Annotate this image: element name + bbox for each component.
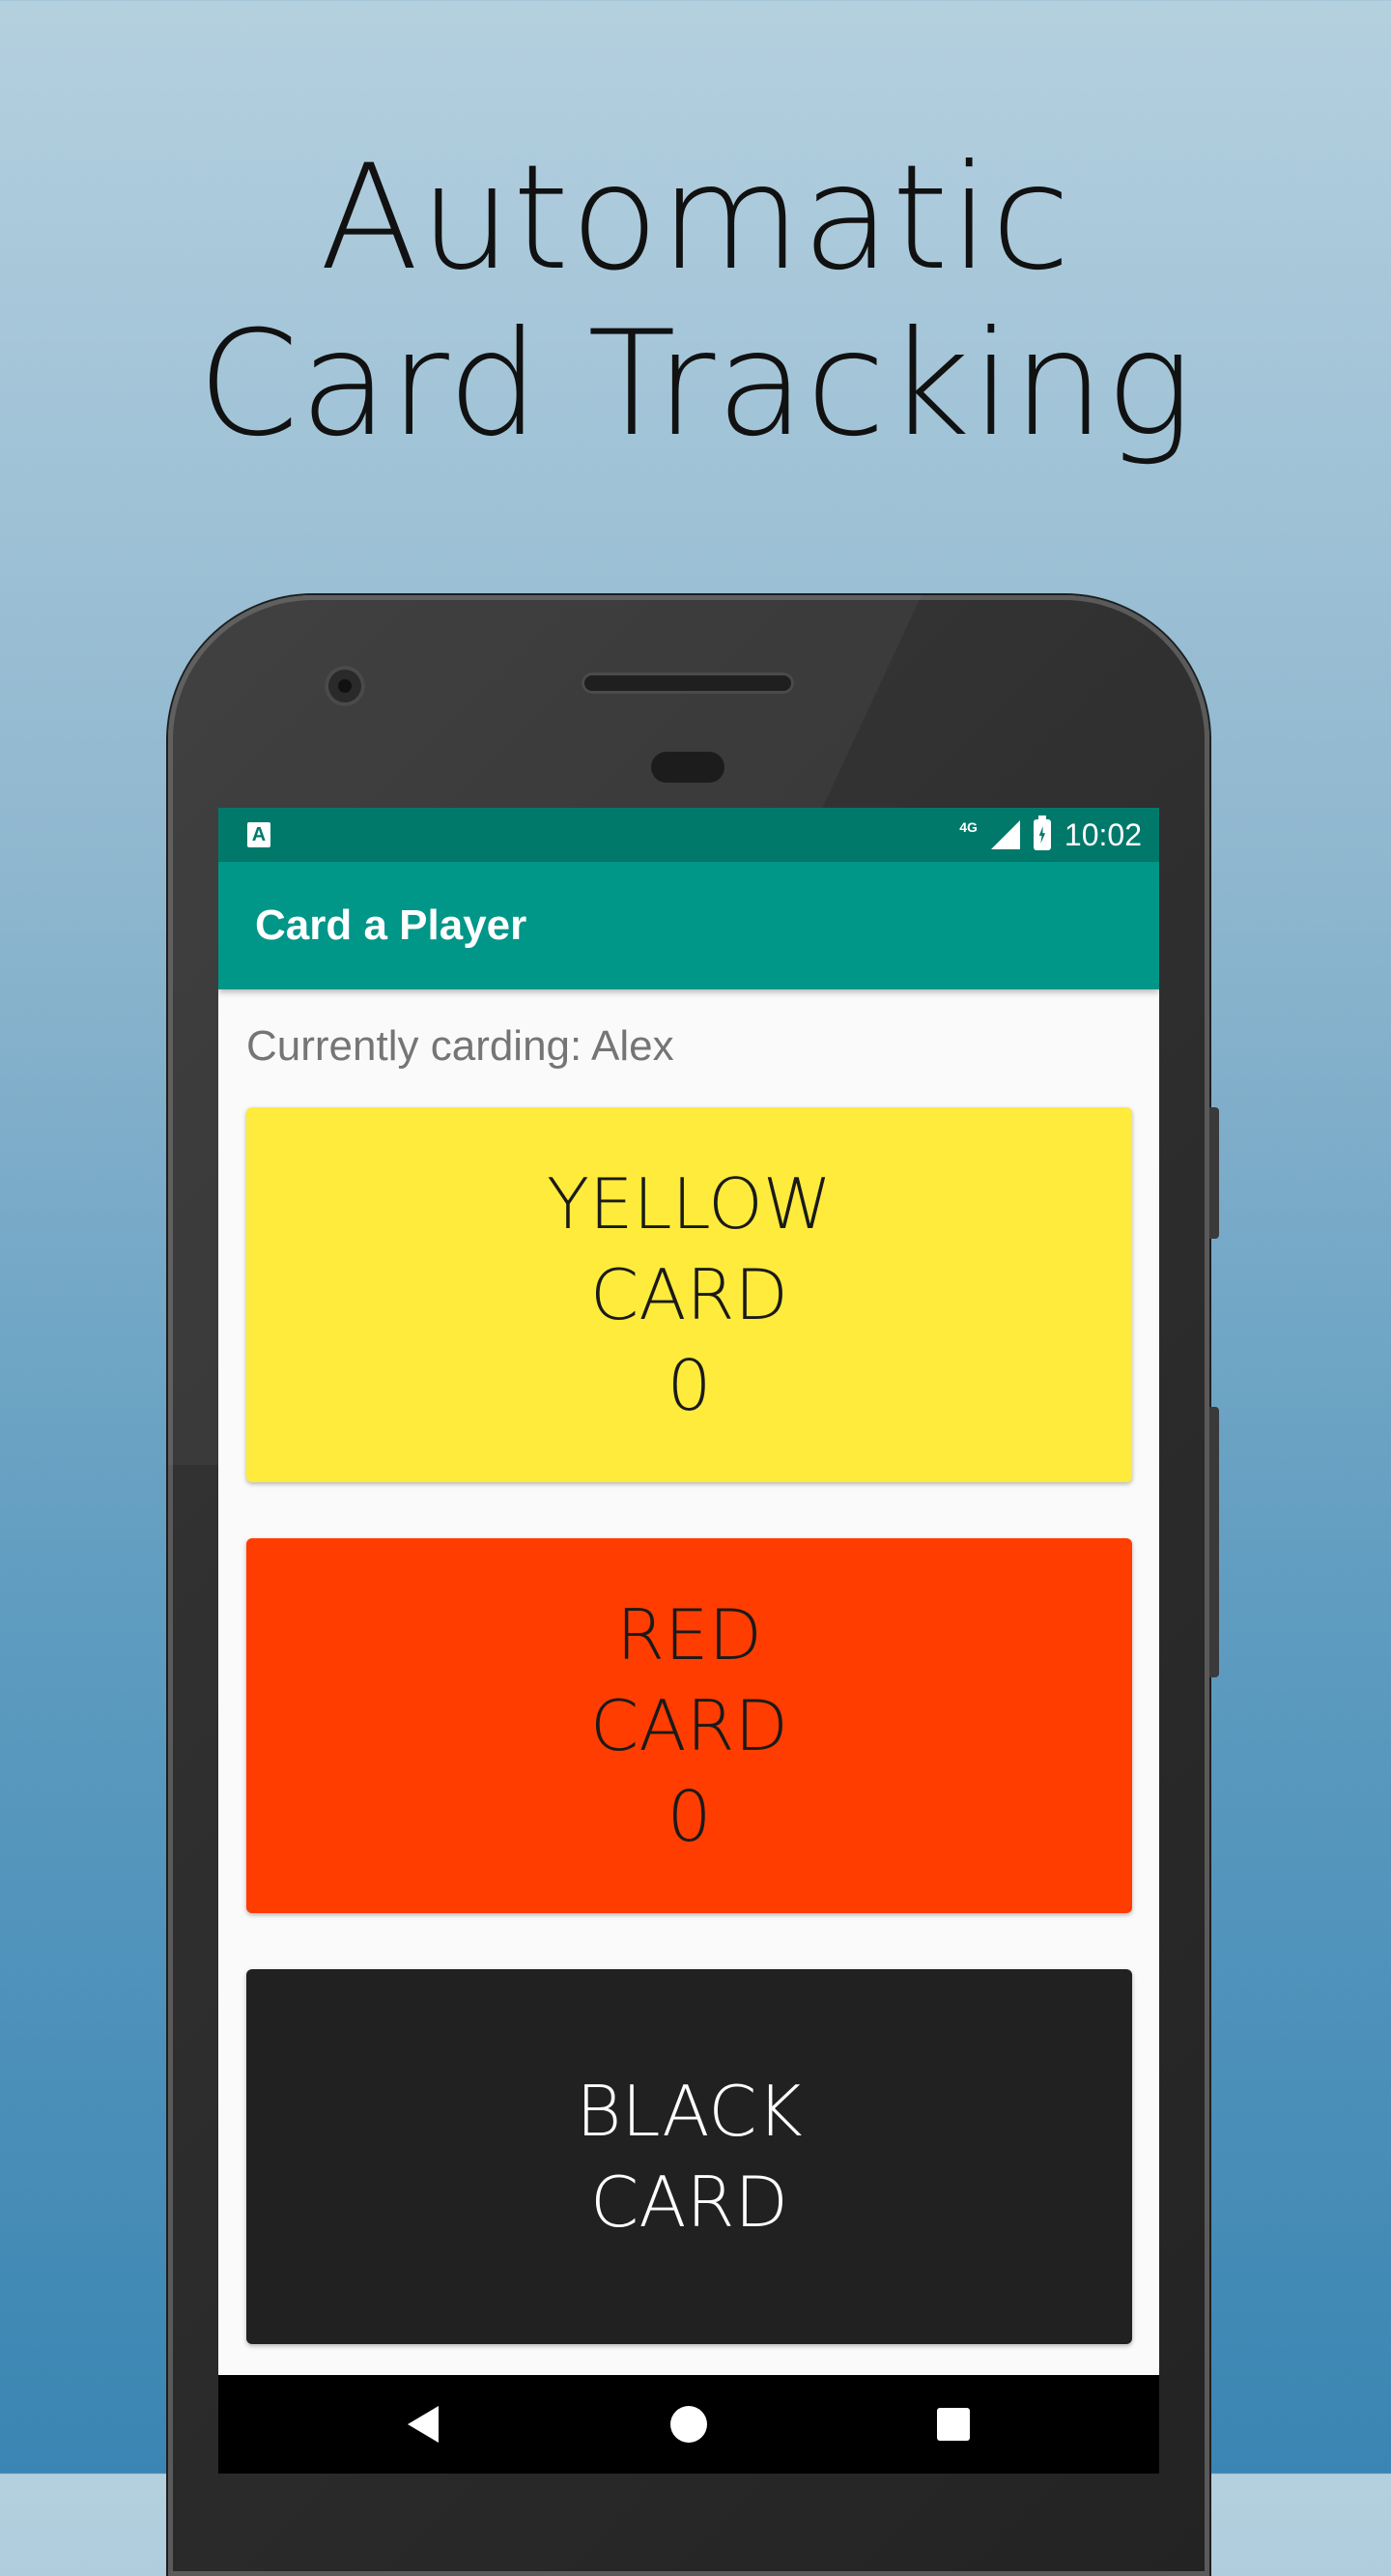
signal-icon: [990, 820, 1020, 849]
black-card-button[interactable]: BLACK CARD: [246, 1969, 1132, 2344]
earpiece-speaker: [582, 673, 794, 694]
power-button: [1209, 1107, 1219, 1239]
proximity-sensor: [651, 752, 724, 783]
black-card-label-line-2: CARD: [590, 2161, 788, 2243]
status-bar: A 4G 10:02: [218, 808, 1159, 862]
yellow-card-label-line-2: CARD: [590, 1254, 788, 1335]
status-indicators: 4G 10:02: [959, 808, 1142, 862]
yellow-card-label-line-1: YELLOW: [547, 1163, 832, 1245]
yellow-card-count: 0: [667, 1345, 712, 1426]
battery-charging-icon: [1033, 816, 1051, 850]
app-notification-icon: A: [247, 822, 270, 847]
red-card-label-line-1: RED: [616, 1594, 762, 1675]
volume-button: [1209, 1407, 1219, 1677]
back-icon[interactable]: [408, 2406, 439, 2443]
app-title: Card a Player: [255, 902, 527, 949]
red-card-label-line-2: CARD: [590, 1685, 788, 1766]
red-card-button[interactable]: RED CARD 0: [246, 1538, 1132, 1913]
recents-icon[interactable]: [937, 2408, 970, 2441]
black-card-label-line-1: BLACK: [576, 2071, 803, 2152]
front-camera: [325, 666, 365, 706]
navigation-bar: [218, 2375, 1159, 2474]
app-bar: Card a Player: [218, 862, 1159, 989]
home-icon[interactable]: [670, 2406, 707, 2443]
red-card-count: 0: [667, 1776, 712, 1857]
yellow-card-button[interactable]: YELLOW CARD 0: [246, 1107, 1132, 1482]
phone-screen: A 4G 10:02 Card a Player Currently cardi…: [218, 808, 1159, 2474]
network-type: 4G: [959, 819, 978, 835]
headline-line-1: Automatic: [319, 134, 1072, 302]
currently-carding-label: Currently carding: Alex: [246, 1022, 674, 1070]
headline-line-2: Card Tracking: [197, 301, 1194, 469]
status-clock: 10:02: [1064, 816, 1142, 852]
